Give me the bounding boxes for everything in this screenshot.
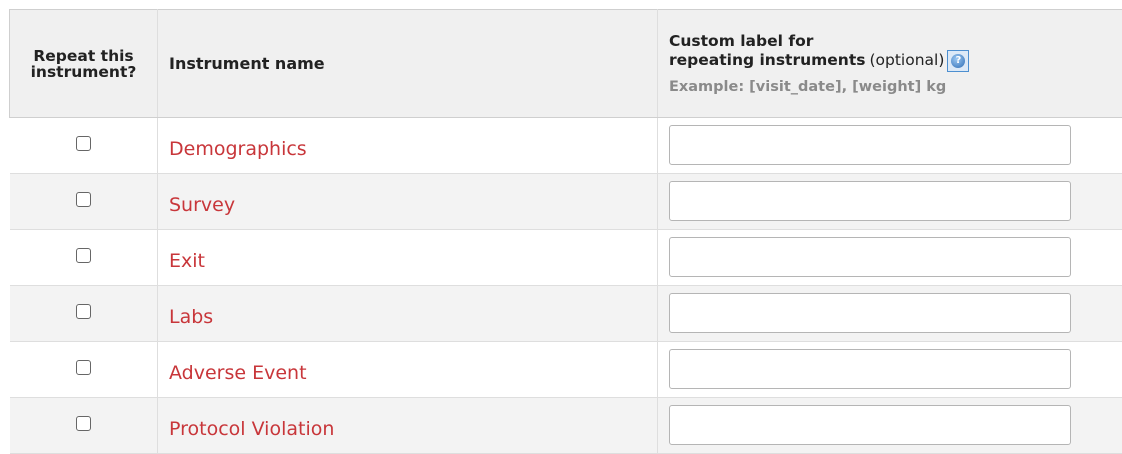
custom-label-input[interactable]	[669, 349, 1071, 389]
repeat-header-line1: Repeat this	[10, 48, 157, 64]
repeat-checkbox[interactable]	[76, 248, 91, 263]
custom-label-input[interactable]	[669, 125, 1071, 165]
repeat-checkbox-cell	[10, 118, 158, 174]
repeat-checkbox-cell	[10, 398, 158, 454]
table-header-row: Repeat this instrument? Instrument name …	[10, 10, 1122, 118]
custom-label-cell	[658, 342, 1122, 398]
custom-label-header-line1: Custom label for	[669, 33, 1122, 50]
custom-label-header-bold: repeating instruments	[669, 52, 865, 69]
instrument-name-cell: Exit	[158, 230, 658, 286]
table-row: Protocol Violation	[10, 398, 1122, 454]
repeat-header-line2: instrument?	[10, 64, 157, 80]
custom-label-header: Custom label for repeating instruments (…	[658, 10, 1122, 118]
custom-label-header-line2: repeating instruments (optional) ?	[669, 50, 1122, 72]
custom-label-input[interactable]	[669, 293, 1071, 333]
repeat-checkbox[interactable]	[76, 192, 91, 207]
repeating-instruments-table: Repeat this instrument? Instrument name …	[9, 9, 1122, 454]
instrument-link[interactable]: Adverse Event	[169, 362, 307, 384]
instrument-link[interactable]: Survey	[169, 194, 235, 216]
repeat-checkbox[interactable]	[76, 360, 91, 375]
instrument-name-cell: Protocol Violation	[158, 398, 658, 454]
instrument-name-cell: Survey	[158, 174, 658, 230]
instrument-name-header: Instrument name	[158, 10, 658, 118]
custom-label-cell	[658, 398, 1122, 454]
instrument-link[interactable]: Labs	[169, 306, 213, 328]
instrument-name-cell: Demographics	[158, 118, 658, 174]
instrument-name-cell: Labs	[158, 286, 658, 342]
table-row: Demographics	[10, 118, 1122, 174]
repeat-checkbox-cell	[10, 230, 158, 286]
custom-label-input[interactable]	[669, 181, 1071, 221]
help-question-glyph: ?	[951, 54, 965, 68]
optional-label: (optional)	[869, 52, 944, 69]
table-row: Exit	[10, 230, 1122, 286]
instrument-link[interactable]: Demographics	[169, 138, 307, 160]
instrument-name-cell: Adverse Event	[158, 342, 658, 398]
custom-label-example: Example: [visit_date], [weight] kg	[669, 79, 1122, 95]
instrument-link[interactable]: Protocol Violation	[169, 418, 334, 440]
repeat-checkbox-cell	[10, 342, 158, 398]
instrument-link[interactable]: Exit	[169, 250, 205, 272]
repeat-checkbox-cell	[10, 174, 158, 230]
repeat-checkbox[interactable]	[76, 304, 91, 319]
repeat-checkbox[interactable]	[76, 416, 91, 431]
table-row: Survey	[10, 174, 1122, 230]
custom-label-cell	[658, 118, 1122, 174]
custom-label-input[interactable]	[669, 405, 1071, 445]
custom-label-cell	[658, 230, 1122, 286]
custom-label-cell	[658, 174, 1122, 230]
repeat-checkbox-cell	[10, 286, 158, 342]
custom-label-input[interactable]	[669, 237, 1071, 277]
custom-label-cell	[658, 286, 1122, 342]
repeat-instrument-header: Repeat this instrument?	[10, 10, 158, 118]
repeat-checkbox[interactable]	[76, 136, 91, 151]
help-question-icon[interactable]: ?	[947, 50, 969, 72]
table-row: Labs	[10, 286, 1122, 342]
table-row: Adverse Event	[10, 342, 1122, 398]
